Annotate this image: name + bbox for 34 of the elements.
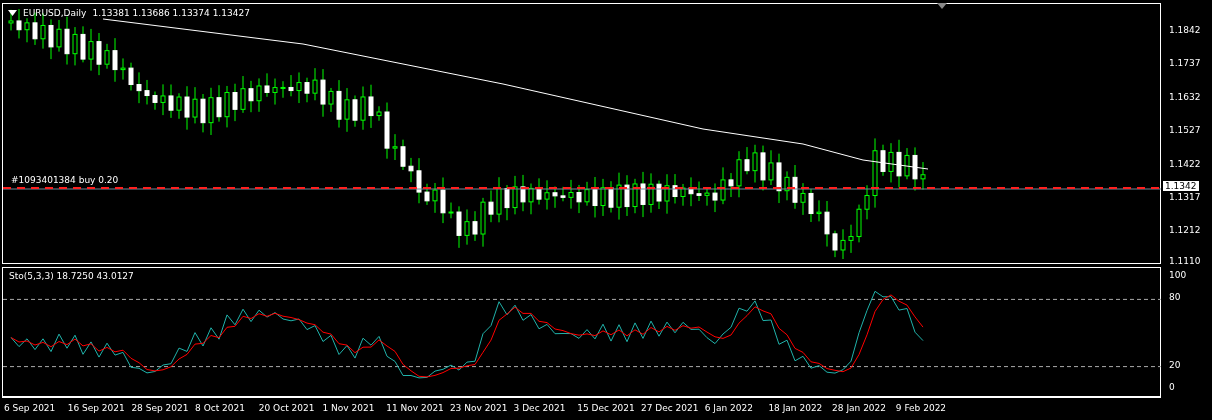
time-axis-label: 23 Nov 2021 xyxy=(449,403,508,413)
price-axis-label: 1.1737 xyxy=(1169,58,1201,69)
dropdown-triangle-icon[interactable] xyxy=(8,10,17,16)
price-axis-label: 1.1212 xyxy=(1169,225,1201,236)
time-axis-label: 15 Dec 2021 xyxy=(577,403,635,413)
indicator-axis-label: 80 xyxy=(1169,292,1181,303)
time-axis-label: 16 Sep 2021 xyxy=(67,403,125,413)
order-label: #1093401384 buy 0.20 xyxy=(11,175,119,185)
indicator-axis-label: 20 xyxy=(1169,359,1181,370)
price-axis-label: 1.1842 xyxy=(1169,25,1201,35)
indicator-axis-label: 100 xyxy=(1169,270,1187,280)
price-axis-label: 1.1110 xyxy=(1169,256,1201,266)
indicator-label: Sto(5,3,3) 18.7250 43.0127 xyxy=(9,271,134,281)
price-axis-label: 1.1632 xyxy=(1169,91,1201,102)
time-axis-label: 6 Jan 2022 xyxy=(704,403,753,413)
time-axis-label: 1 Nov 2021 xyxy=(322,403,375,413)
time-axis-label: 11 Nov 2021 xyxy=(386,403,444,413)
time-axis-label: 9 Feb 2022 xyxy=(895,403,947,413)
time-axis-label: 27 Dec 2021 xyxy=(641,403,699,413)
chart-shift-icon[interactable] xyxy=(937,3,947,9)
time-axis-label: 18 Jan 2022 xyxy=(768,403,823,413)
time-axis-label: 28 Jan 2022 xyxy=(832,403,887,413)
price-axis-label: 1.1422 xyxy=(1169,158,1201,169)
indicator-axis-label: 0 xyxy=(1169,382,1175,392)
symbol-label: EURUSD,Daily xyxy=(23,8,87,18)
time-axis-label: 8 Oct 2021 xyxy=(195,403,245,413)
time-axis-label: 28 Sep 2021 xyxy=(131,403,189,413)
current-price-label: 1.1342 xyxy=(1163,181,1199,191)
time-axis-label: 20 Oct 2021 xyxy=(258,403,315,413)
price-axis-label: 1.1527 xyxy=(1169,125,1201,136)
time-axis-label: 3 Dec 2021 xyxy=(513,403,566,413)
ohlc-values: 1.13381 1.13686 1.13374 1.13427 xyxy=(92,8,250,18)
price-axis-label: 1.1317 xyxy=(1169,192,1201,202)
time-axis-label: 6 Sep 2021 xyxy=(4,403,56,413)
